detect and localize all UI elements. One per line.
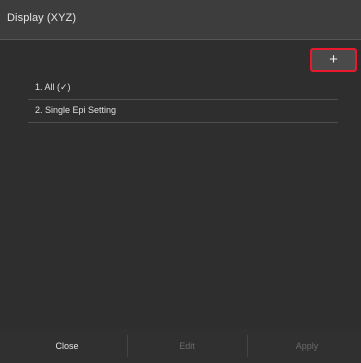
list-item-all[interactable]: 1. All (✓) [28, 77, 338, 100]
dialog-title: Display (XYZ) [7, 12, 77, 24]
title-bar: Display (XYZ) [0, 0, 361, 40]
settings-list: 1. All (✓) 2. Single Epi Setting [28, 77, 338, 123]
add-button[interactable]: + [310, 48, 357, 72]
display-settings-dialog: Display (XYZ) + 1. All (✓) 2. Single Epi… [0, 0, 361, 363]
list-item-label: 2. Single Epi Setting [35, 105, 117, 115]
edit-button[interactable]: Edit [127, 329, 247, 363]
list-item-single-epi-setting[interactable]: 2. Single Epi Setting [28, 100, 338, 123]
close-button[interactable]: Close [7, 329, 127, 363]
apply-button[interactable]: Apply [247, 329, 361, 363]
list-item-label: 1. All (✓) [35, 82, 71, 92]
footer-bar: Close Edit Apply [0, 329, 361, 363]
